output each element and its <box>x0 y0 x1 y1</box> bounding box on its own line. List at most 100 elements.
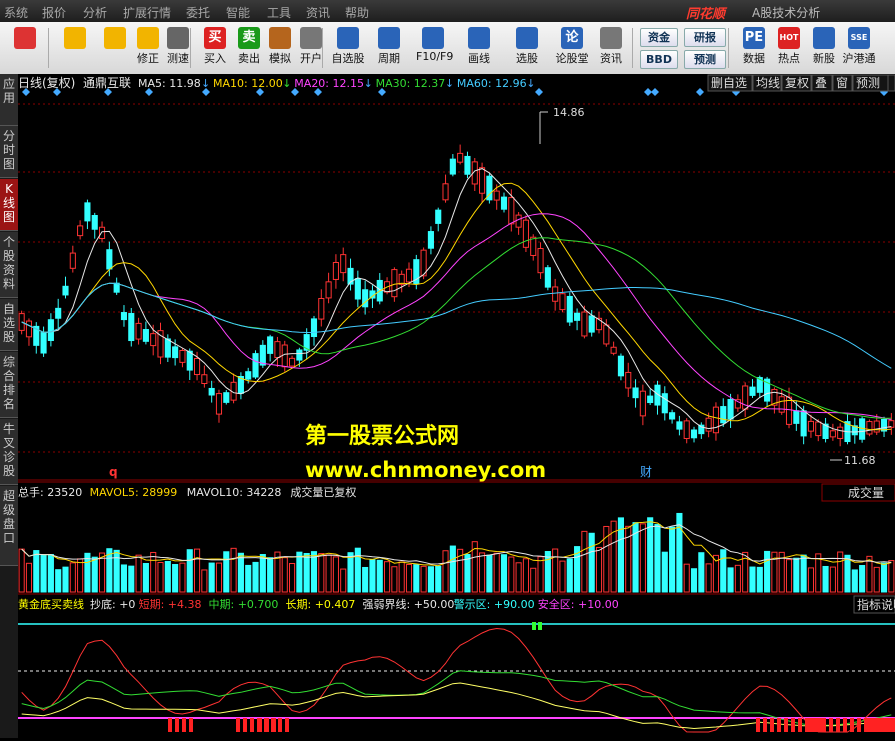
buy-signal-bar <box>272 718 276 732</box>
sell-signal-mark <box>538 622 542 630</box>
kline-header-button-label: 删自选 <box>711 76 747 90</box>
toolbar-button-10[interactable]: 周期 <box>372 26 406 72</box>
toolbar-button-13[interactable]: 选股 <box>510 26 544 72</box>
toolbar-small-button-0[interactable]: 资金 <box>640 28 678 47</box>
candle-body <box>179 350 186 363</box>
candle-body <box>274 341 281 359</box>
toolbar-button-12[interactable]: 画线 <box>462 26 496 72</box>
hot-icon: HOT <box>778 27 800 49</box>
volume-bar <box>318 553 325 593</box>
volume-bar <box>25 562 33 593</box>
volume-bar <box>493 552 500 593</box>
menu-item-3[interactable]: 扩展行情 <box>123 4 171 21</box>
menu-item-7[interactable]: 资讯 <box>306 4 330 21</box>
window-icon <box>422 27 444 49</box>
toolbar-button-label: 画线 <box>468 52 490 65</box>
grid-icon <box>14 27 36 49</box>
volume-bar <box>208 562 215 593</box>
toolbar-button-18[interactable]: 新股 <box>807 26 841 72</box>
volume-bar <box>18 548 25 593</box>
toolbar-button-5[interactable]: 买买入 <box>198 26 232 72</box>
toolbar-button-label: 自选股 <box>331 52 365 65</box>
volume-header-item-2: MAVOL10: 34228 <box>187 486 282 499</box>
candle-body <box>464 155 471 175</box>
kline-header-button-label: 叠 <box>815 76 827 90</box>
candle-body <box>515 214 522 228</box>
volume-bar <box>55 569 62 593</box>
volume-bar <box>749 566 756 593</box>
candle-body <box>223 392 230 403</box>
volume-bar <box>128 565 135 593</box>
period-label: 日线(复权) <box>18 76 75 90</box>
menu-item-5[interactable]: 智能 <box>226 4 250 21</box>
candle-body <box>778 396 785 413</box>
buy-signal-bar <box>236 718 240 732</box>
candle-body <box>18 313 25 331</box>
toolbar-small-button-1[interactable]: BBD <box>640 50 678 69</box>
toolbar-button-label: 买入 <box>204 52 226 65</box>
sidebar-tab-4[interactable]: 自选股 <box>0 299 18 351</box>
clock-refresh-icon <box>137 27 159 49</box>
toolbar-button-2[interactable] <box>98 26 132 72</box>
sidebar-tab-0[interactable]: 应用 <box>0 74 18 126</box>
toolbar-button-11[interactable]: F10/F9 <box>416 26 453 72</box>
scroll-right-icon[interactable] <box>887 74 895 92</box>
indicator-help-button-label: 指标说明 <box>857 597 895 612</box>
new-stock-icon <box>813 27 835 49</box>
toolbar-button-6[interactable]: 卖卖出 <box>232 26 266 72</box>
candle-body <box>142 329 149 342</box>
buy-signal-bar <box>798 718 802 732</box>
sidebar-tab-6[interactable]: 牛叉诊股 <box>0 419 18 485</box>
candle-body <box>354 278 361 300</box>
volume-bar <box>267 557 274 593</box>
toolbar-button-16[interactable]: PE 数据 <box>737 26 771 72</box>
toolbar-button-9[interactable]: 自选股 <box>331 26 365 72</box>
indicator-header-item-7: 安全区: +10.00 <box>538 597 619 611</box>
toolbar-small-button-2[interactable]: 研报 <box>684 28 726 47</box>
chart-background <box>18 74 895 738</box>
sidebar-tab-2[interactable]: K线图 <box>0 179 18 231</box>
menu-item-6[interactable]: 工具 <box>267 4 291 21</box>
buy-signal-bar <box>175 718 179 732</box>
pencil-icon <box>468 27 490 49</box>
buy-signal-bar <box>777 718 781 732</box>
toolbar-button-7[interactable]: 模拟 <box>263 26 297 72</box>
toolbar-button-1[interactable] <box>58 26 92 72</box>
volume-bar <box>873 566 880 593</box>
menu-item-2[interactable]: 分析 <box>83 4 107 21</box>
toolbar-button-17[interactable]: HOT 热点 <box>772 26 806 72</box>
ma-value-4: MA60: 12.96 <box>457 77 527 90</box>
indicator-header-item-3: 中期: +0.700 <box>209 598 279 611</box>
candle-body <box>40 332 47 354</box>
candle-body <box>135 322 142 340</box>
toolbar-button-15[interactable]: 资讯 <box>594 26 628 72</box>
toolbar-button-3[interactable]: 修正 <box>131 26 165 72</box>
toolbar-button-14[interactable]: 论论股堂 <box>555 26 589 72</box>
sidebar-tab-5[interactable]: 综合排名 <box>0 352 18 418</box>
toolbar-small-button-3[interactable]: 预测 <box>684 50 726 69</box>
candle-body <box>281 344 288 368</box>
stock-name: 通鼎互联 <box>83 76 131 90</box>
ma-value-3: MA30: 12.37 <box>376 77 446 90</box>
volume-bar <box>647 517 654 593</box>
indicator-header: 黄金底买卖线 抄底: +0 短期: +4.38 中期: +0.700 长期: +0.40… <box>18 597 619 611</box>
sidebar-tab-1[interactable]: 分时图 <box>0 126 18 178</box>
candle-body <box>669 412 676 420</box>
buy-signal-bar <box>265 718 269 732</box>
menu-item-0[interactable]: 系统 <box>4 4 28 21</box>
candle-body <box>289 357 296 367</box>
buy-signal-bar <box>763 718 767 732</box>
sidebar-tab-7[interactable]: 超级盘口 <box>0 486 18 566</box>
candle-body <box>610 346 617 354</box>
volume-bar <box>705 563 712 593</box>
toolbar-button-0[interactable] <box>8 26 42 72</box>
sidebar-tab-3[interactable]: 个股资料 <box>0 232 18 298</box>
buy-signal-bar <box>857 718 861 732</box>
buy-signal-bar <box>285 718 289 732</box>
indicator-header-item-5: 强弱界线: +50.00 <box>363 597 455 611</box>
menu-item-1[interactable]: 报价 <box>42 4 66 21</box>
menu-item-4[interactable]: 委托 <box>186 4 210 21</box>
candle-body <box>537 248 544 274</box>
toolbar-button-19[interactable]: SSE 沪港通 <box>842 26 876 72</box>
menu-item-8[interactable]: 帮助 <box>345 4 369 21</box>
